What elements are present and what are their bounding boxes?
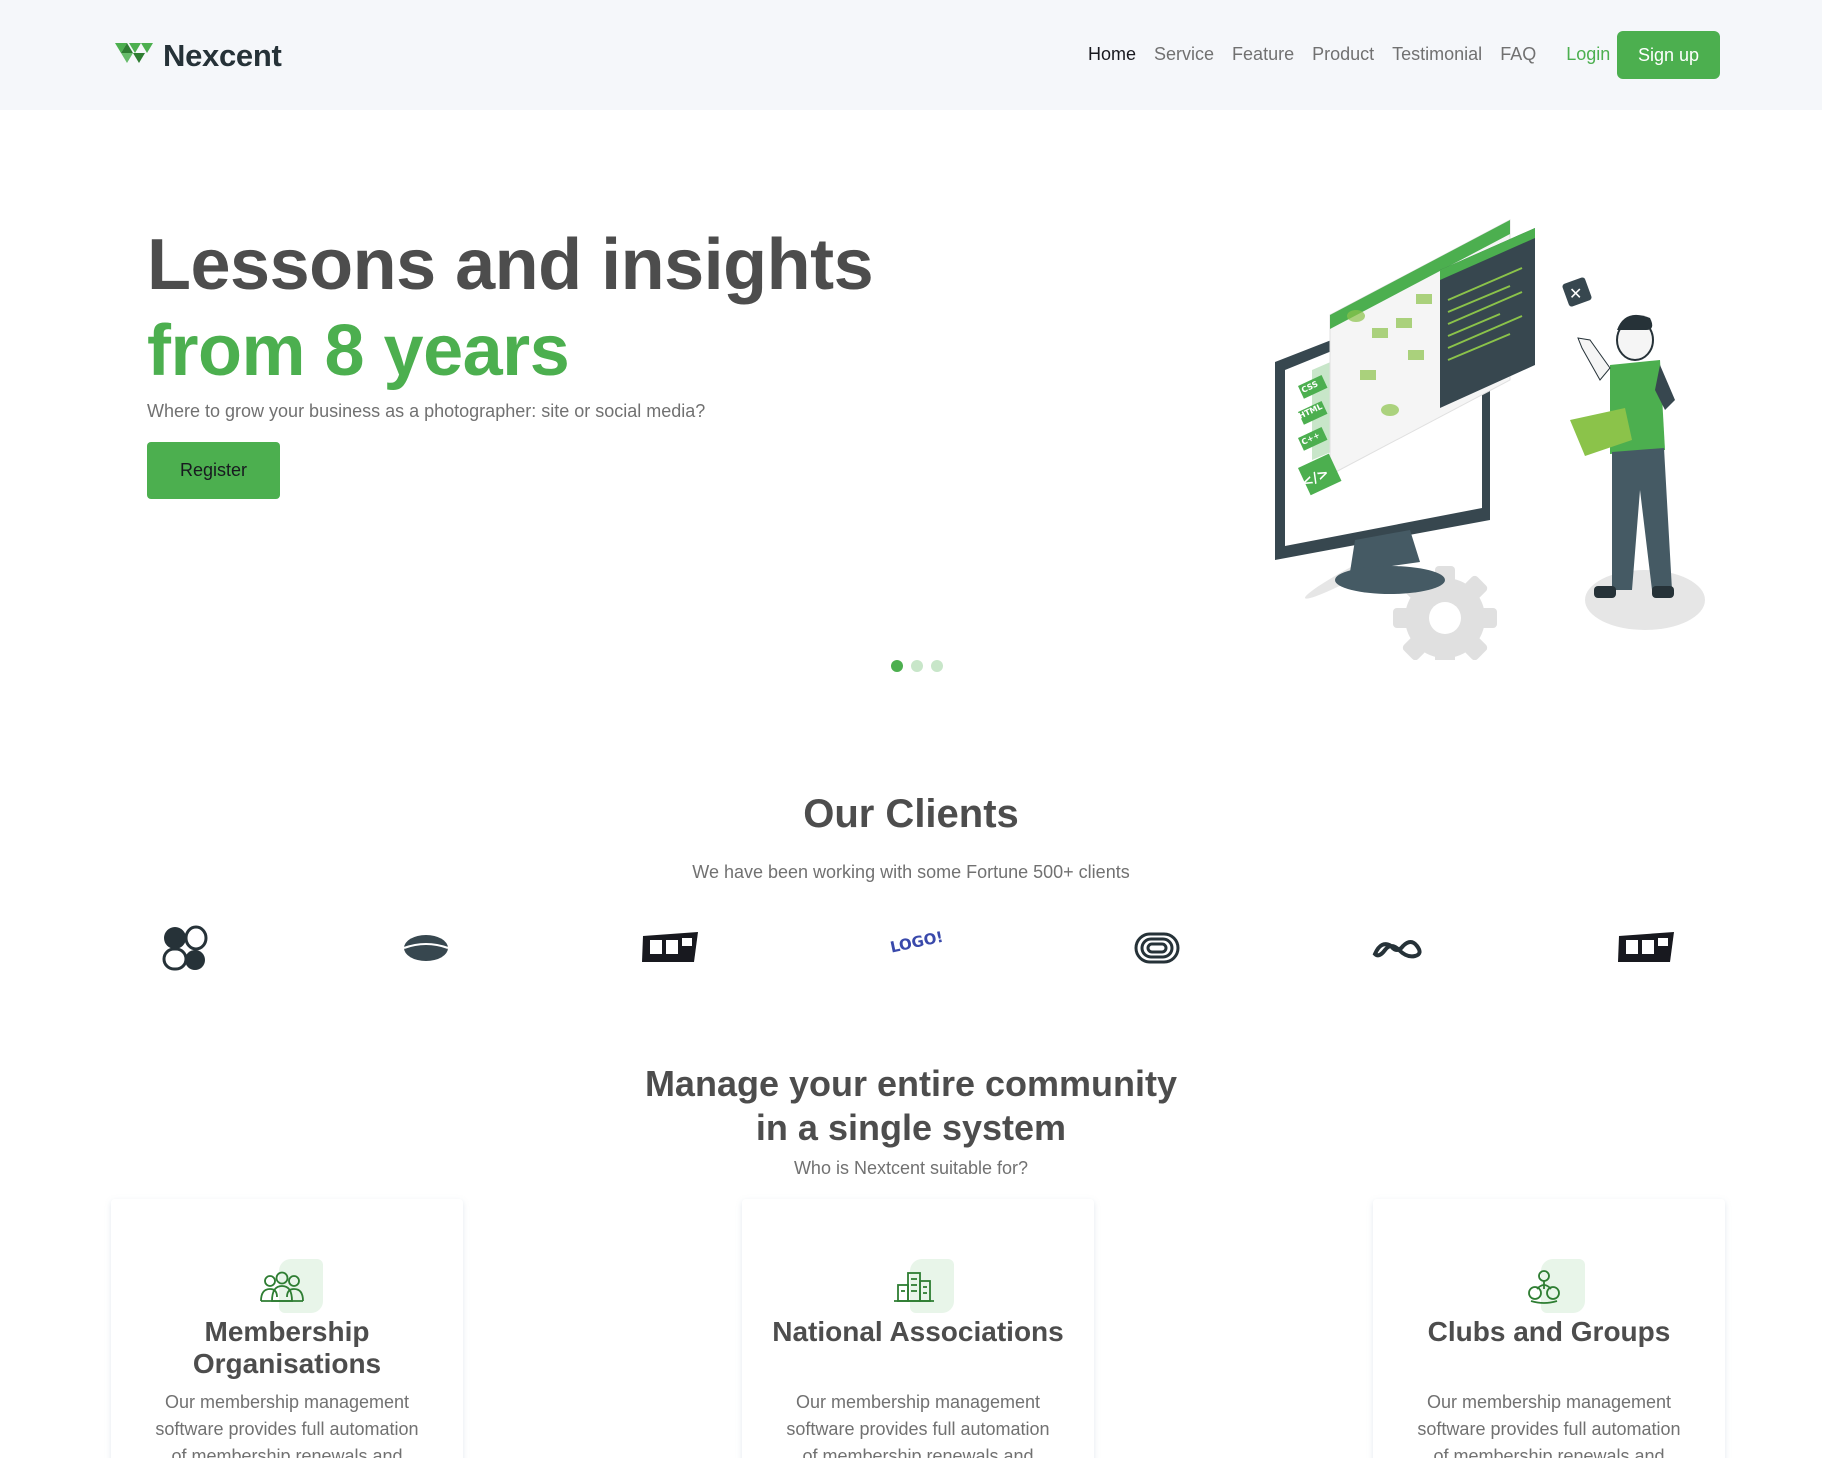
- carousel-dot-2[interactable]: [911, 660, 923, 672]
- carousel-dot-3[interactable]: [931, 660, 943, 672]
- card-desc: Our membership management software provi…: [786, 1392, 1050, 1458]
- people-group-icon: [251, 1259, 323, 1313]
- card-clubs[interactable]: Clubs and Groups Our membership manageme…: [1373, 1199, 1725, 1458]
- svg-text:✕: ✕: [1569, 284, 1582, 303]
- client-logo-5-icon: [1134, 932, 1180, 964]
- card-desc: Our membership management software provi…: [155, 1392, 419, 1458]
- client-logos: LOGO! IPSUM: [0, 918, 1822, 978]
- community-title-line1: Manage your entire community: [644, 1063, 1178, 1104]
- brand-name: Nexcent: [163, 38, 282, 73]
- card-membership[interactable]: Membership Organisations Our membership …: [111, 1199, 463, 1458]
- community-title-line2: in a single system: [755, 1107, 1067, 1148]
- hands-group-icon: [1513, 1259, 1585, 1313]
- nav-service[interactable]: Service: [1154, 44, 1214, 65]
- hero-title-line1: Lessons and insights: [147, 225, 874, 305]
- nav-testimonial[interactable]: Testimonial: [1392, 44, 1482, 65]
- hero-title-line2: from 8 years: [147, 311, 570, 391]
- client-logo-4-icon: LOGO! IPSUM: [889, 918, 943, 956]
- carousel-dot-1[interactable]: [891, 660, 903, 672]
- svg-text:LOGO! IPSUM: LOGO! IPSUM: [889, 918, 943, 956]
- client-logo-7-icon: [1618, 932, 1674, 962]
- main-nav: Home Service Feature Product Testimonial…: [1088, 44, 1610, 65]
- community-subtitle: Who is Nextcent suitable for?: [793, 1158, 1029, 1178]
- card-title: Membership Organisations: [192, 1316, 382, 1379]
- card-title: Clubs and Groups: [1427, 1316, 1671, 1347]
- card-title: National Associations: [772, 1316, 1064, 1347]
- client-logo-2-icon: [403, 935, 449, 961]
- nexcent-logo-icon: [115, 43, 153, 63]
- card-desc: Our membership management software provi…: [1417, 1392, 1681, 1458]
- community-title: Manage your entire community in a single…: [0, 1062, 1822, 1150]
- nav-home[interactable]: Home: [1088, 44, 1136, 65]
- carousel-dots: [891, 660, 943, 672]
- nav-feature[interactable]: Feature: [1232, 44, 1294, 65]
- buildings-icon: [882, 1259, 954, 1313]
- hero-title: Lessons and insights from 8 years: [147, 222, 874, 394]
- nav-product[interactable]: Product: [1312, 44, 1374, 65]
- developer-illustration-icon: CSS HTML C++ </> ✕: [1275, 219, 1705, 660]
- card-national[interactable]: National Associations Our membership man…: [742, 1199, 1094, 1458]
- client-logo-1-icon: [162, 925, 208, 971]
- client-logo-6-icon: [1372, 940, 1422, 959]
- site-header: Nexcent Home Service Feature Product Tes…: [0, 0, 1822, 110]
- hero-subtitle: Where to grow your business as a photogr…: [147, 401, 706, 421]
- signup-button[interactable]: Sign up: [1617, 31, 1720, 79]
- client-logo-3-icon: [642, 932, 698, 962]
- brand[interactable]: Nexcent: [115, 38, 282, 74]
- clients-title: Our Clients: [803, 792, 1019, 836]
- register-button[interactable]: Register: [147, 442, 280, 499]
- clients-subtitle: We have been working with some Fortune 5…: [692, 862, 1130, 882]
- login-link[interactable]: Login: [1566, 44, 1610, 65]
- nav-faq[interactable]: FAQ: [1500, 44, 1536, 65]
